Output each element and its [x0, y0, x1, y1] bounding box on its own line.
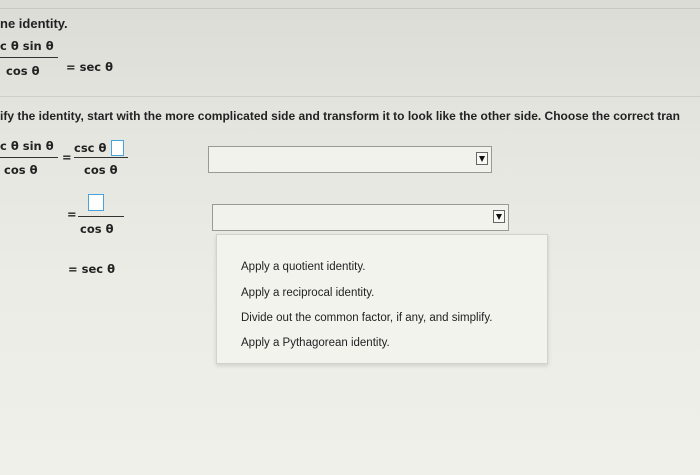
step1-rhs-numerator: csc θ — [74, 139, 124, 157]
chevron-down-icon[interactable] — [476, 152, 488, 165]
step1-lhs-denominator: cos θ — [4, 163, 38, 177]
dropdown-option-reciprocal-identity[interactable]: Apply a reciprocal identity. — [241, 287, 374, 299]
top-divider — [0, 8, 700, 9]
dropdown-option-divide-common-factor[interactable]: Divide out the common factor, if any, an… — [241, 312, 492, 324]
step1-rhs-fraction-bar — [74, 157, 128, 158]
step2-equals: = — [67, 207, 77, 221]
instruction-text: ify the identity, start with the more co… — [0, 109, 680, 123]
step1-rhs-denominator: cos θ — [84, 163, 118, 177]
step2-fraction-bar — [78, 216, 124, 217]
reason-dropdown-list[interactable]: Apply a quotient identity. Apply a recip… — [216, 234, 548, 364]
dropdown-option-quotient-identity[interactable]: Apply a quotient identity. — [241, 261, 365, 273]
step1-lhs-numerator: c θ sin θ — [0, 139, 54, 153]
page-title: ne identity. — [0, 16, 68, 31]
step1-equals: = — [62, 150, 72, 164]
answer-box-1[interactable] — [110, 139, 124, 156]
step2-numerator — [88, 194, 104, 212]
problem-lhs-numerator: c θ sin θ — [0, 39, 54, 53]
step2-reason-select[interactable] — [212, 204, 509, 231]
step2-denominator: cos θ — [80, 222, 114, 236]
step1-rhs-numerator-text: csc θ — [74, 141, 107, 155]
dropdown-option-pythagorean-identity[interactable]: Apply a Pythagorean identity. — [241, 337, 390, 349]
chevron-down-icon[interactable] — [493, 210, 505, 223]
section-divider — [0, 96, 700, 97]
problem-rhs: = sec θ — [66, 60, 114, 74]
answer-box-2[interactable] — [88, 194, 104, 212]
problem-lhs-denominator: cos θ — [6, 64, 40, 78]
step1-reason-select[interactable] — [208, 146, 492, 173]
step3-result: = sec θ — [68, 262, 116, 276]
step1-lhs-fraction-bar — [0, 157, 58, 158]
problem-fraction-bar — [0, 57, 58, 58]
